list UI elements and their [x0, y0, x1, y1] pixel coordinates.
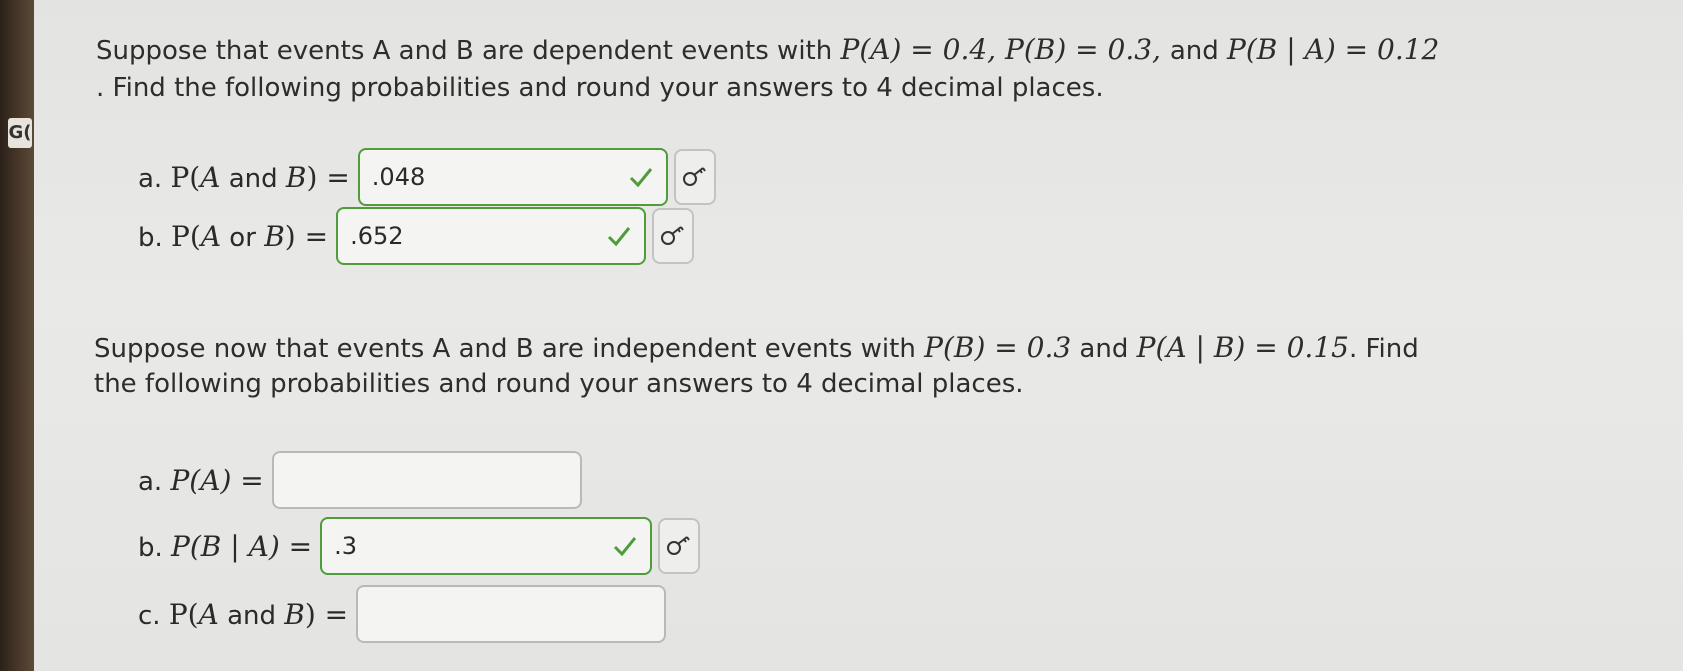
key-icon — [667, 536, 690, 555]
prob-pb: P(B) = 0.3, — [1004, 33, 1170, 66]
left-edge-background: G( — [0, 0, 34, 671]
key-button-2b[interactable] — [658, 518, 701, 574]
intro-text: Suppose that events A and B are dependen… — [96, 36, 841, 66]
label-post: ) = — [304, 597, 349, 631]
label-var2: B — [285, 160, 307, 194]
label-pre: P( — [168, 597, 199, 631]
question-2b: b. P(B | A) = .3 — [138, 515, 701, 577]
checkmark-icon — [614, 537, 637, 557]
and-word: and — [1071, 334, 1137, 364]
label-post: ) = — [284, 219, 329, 253]
question-label: a. P(A) = — [138, 464, 264, 497]
checkmark-icon — [608, 227, 631, 247]
label-var2: B — [264, 219, 285, 253]
label-var: A — [200, 160, 221, 194]
question-1b: b. P(A or B) = .652 — [138, 205, 695, 267]
question-2c: c. P(A and B) = — [138, 583, 667, 645]
section1-intro-line1: Suppose that events A and B are dependen… — [96, 30, 1439, 71]
and-word: and — [1169, 36, 1228, 66]
question-panel: Suppose that events A and B are dependen… — [34, 0, 1683, 671]
checkmark-icon — [629, 168, 652, 188]
prob-pa: P(A) = 0.4, — [840, 33, 1005, 66]
key-button-1a[interactable] — [673, 149, 716, 205]
section2-intro-line1: Suppose now that events A and B are inde… — [94, 328, 1419, 369]
prob-pb: P(B) = 0.3 — [924, 331, 1072, 364]
question-letter: a. — [138, 163, 163, 194]
answer-input-1a[interactable]: .048 — [357, 148, 668, 206]
label-word: and — [218, 600, 285, 631]
question-label: b. P(A or B) = — [138, 220, 328, 253]
question-1a: a. P(A and B) = .048 — [138, 146, 716, 208]
key-icon — [661, 226, 684, 245]
label-word: or — [221, 222, 265, 253]
question-letter: b. — [138, 532, 163, 563]
answer-value: .048 — [371, 163, 426, 191]
question-2a: a. P(A) = — [138, 449, 582, 511]
answer-input-2a[interactable] — [271, 451, 582, 509]
answer-input-2c[interactable] — [356, 585, 667, 643]
key-button-1b[interactable] — [652, 208, 695, 264]
question-letter: c. — [138, 600, 161, 631]
section2-intro-line2: the following probabilities and round yo… — [94, 369, 1024, 399]
label-pre: P( — [171, 219, 201, 253]
label-var2: B — [284, 597, 305, 631]
label-word: and — [220, 163, 286, 194]
label-math: P(B | A) = — [171, 529, 313, 563]
prob-pba: P(B | A) = 0.12 — [1227, 33, 1440, 66]
answer-input-1b[interactable]: .652 — [336, 207, 647, 265]
label-var: A — [198, 597, 219, 631]
question-letter: a. — [138, 466, 163, 497]
prob-pab: P(A | B) = 0.15 — [1136, 331, 1349, 364]
question-label: b. P(B | A) = — [138, 530, 312, 563]
question-letter: b. — [138, 222, 163, 253]
answer-input-2b[interactable]: .3 — [320, 517, 653, 575]
question-label: c. P(A and B) = — [138, 598, 348, 631]
section1-intro-line2: . Find the following probabilities and r… — [96, 73, 1104, 103]
question-label: a. P(A and B) = — [138, 161, 350, 194]
label-math: P(A) = — [170, 463, 264, 497]
label-var: A — [200, 219, 222, 253]
find-word: . Find — [1348, 334, 1419, 364]
edge-tab-label: G( — [8, 118, 32, 148]
key-icon — [682, 167, 706, 186]
label-post: ) = — [306, 160, 350, 194]
label-pre: P( — [170, 160, 201, 194]
answer-value: .3 — [334, 532, 358, 560]
answer-value: .652 — [350, 222, 404, 250]
intro-text: Suppose now that events A and B are inde… — [94, 334, 925, 364]
